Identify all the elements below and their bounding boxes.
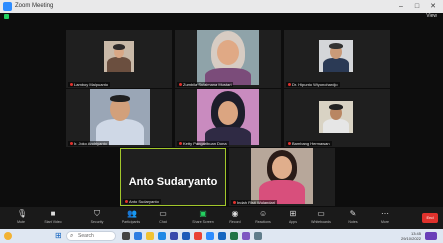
zoom-logo-icon bbox=[3, 2, 12, 11]
photos-icon[interactable] bbox=[242, 232, 250, 240]
excel-icon[interactable] bbox=[230, 232, 238, 240]
participant-tile[interactable]: Zumbila Sulaimana Mustari bbox=[175, 30, 281, 88]
reactions-icon: ☺ bbox=[259, 209, 268, 218]
reactions-button[interactable]: ☺ Reactions bbox=[246, 209, 280, 228]
word-icon[interactable] bbox=[182, 232, 190, 240]
settings-icon[interactable] bbox=[254, 232, 262, 240]
chat-button[interactable]: ▭ Chat bbox=[146, 209, 180, 228]
notification-icon[interactable] bbox=[425, 232, 437, 240]
record-icon: ◉ bbox=[231, 209, 239, 218]
window-title-bar: Zoom Meeting – □ ✕ bbox=[0, 0, 443, 13]
participant-name: Anto Sudaryanto bbox=[123, 199, 161, 204]
zoom-icon[interactable] bbox=[206, 232, 214, 240]
whiteboards-button[interactable]: ▭ Whiteboards bbox=[304, 209, 338, 228]
close-button[interactable]: ✕ bbox=[425, 1, 441, 12]
file-explorer-icon[interactable] bbox=[146, 232, 154, 240]
notes-button[interactable]: ✎ Notes bbox=[336, 209, 370, 228]
participant-photo bbox=[104, 41, 134, 72]
taskbar-search-box[interactable]: ⌕ Search bbox=[66, 231, 116, 241]
minimize-button[interactable]: – bbox=[393, 1, 409, 12]
muted-mic-icon bbox=[233, 201, 236, 205]
participant-photo bbox=[319, 101, 353, 133]
participant-tile[interactable]: Ir. Joko Andriyanto bbox=[66, 89, 172, 147]
participant-photo bbox=[90, 89, 150, 145]
muted-mic-icon bbox=[125, 200, 128, 204]
participant-photo bbox=[251, 148, 313, 204]
chat-icon: ▭ bbox=[159, 209, 167, 218]
participant-tile[interactable]: Ketty Pangaribuan Dona bbox=[175, 89, 281, 147]
muted-mic-icon bbox=[70, 83, 73, 87]
participant-name: Indah Risti Wulandari bbox=[231, 200, 277, 205]
whiteboard-icon: ▭ bbox=[317, 209, 325, 218]
store-icon[interactable] bbox=[170, 232, 178, 240]
meeting-info-bar: View bbox=[0, 13, 443, 20]
security-button[interactable]: ⛉ Security bbox=[80, 209, 114, 228]
notes-icon: ✎ bbox=[349, 209, 357, 218]
active-speaker-tile[interactable]: Anto Sudaryanto Anto Sudaryanto bbox=[120, 148, 226, 206]
participant-photo bbox=[197, 30, 259, 85]
participants-icon: 👥 bbox=[127, 209, 137, 218]
muted-mic-icon bbox=[288, 83, 291, 87]
muted-mic-icon bbox=[179, 142, 182, 146]
window-title: Zoom Meeting bbox=[15, 3, 54, 9]
participant-name: Dr. Hipunto Wiyonohardjo bbox=[286, 82, 340, 87]
weather-icon[interactable] bbox=[4, 232, 12, 240]
meeting-toolbar: 🎙 Mute ■ Start Video ⛉ Security 👥 Participan… bbox=[0, 207, 443, 229]
muted-mic-icon bbox=[288, 142, 291, 146]
participant-name: Ketty Pangaribuan Dona bbox=[177, 141, 229, 146]
start-video-button[interactable]: ■ Start Video bbox=[36, 209, 70, 228]
participant-photo bbox=[197, 89, 259, 145]
more-icon: ⋯ bbox=[381, 209, 389, 218]
participant-tile[interactable]: Dr. Hipunto Wiyonohardjo bbox=[284, 30, 390, 88]
widgets-icon[interactable] bbox=[134, 232, 142, 240]
search-icon: ⌕ bbox=[70, 233, 74, 239]
participant-tile[interactable]: Indah Risti Wulandari bbox=[229, 148, 335, 206]
video-icon: ■ bbox=[50, 209, 56, 218]
share-screen-button[interactable]: ▣ Share Screen bbox=[186, 209, 220, 228]
participant-name: Bambang Hermawan bbox=[286, 141, 332, 146]
mute-button[interactable]: 🎙 Mute bbox=[4, 209, 38, 228]
windows-taskbar: ⊞ ⌕ Search 13:45 29/10/2022 bbox=[0, 229, 443, 243]
microphone-icon: 🎙 bbox=[17, 209, 28, 218]
participant-name: Lamboy Malpuanto bbox=[68, 82, 111, 87]
participants-button[interactable]: 👥 Participants bbox=[114, 209, 148, 228]
start-icon[interactable]: ⊞ bbox=[55, 232, 63, 240]
taskbar-date: 29/10/2022 bbox=[400, 236, 421, 241]
end-meeting-button[interactable]: End bbox=[422, 213, 438, 223]
participant-tile[interactable]: Bambang Hermawan bbox=[284, 89, 390, 147]
task-view-icon[interactable] bbox=[122, 232, 130, 240]
participant-photo bbox=[319, 40, 353, 72]
edge-icon[interactable] bbox=[158, 232, 166, 240]
encryption-shield-icon[interactable] bbox=[4, 14, 9, 19]
more-button[interactable]: ⋯ More bbox=[368, 209, 402, 228]
taskbar-clock[interactable]: 13:45 29/10/2022 bbox=[401, 231, 421, 241]
participant-name: Ir. Joko Andriyanto bbox=[68, 141, 109, 146]
active-speaker-display-name: Anto Sudaryanto bbox=[128, 176, 218, 188]
participant-tile[interactable]: Lamboy Malpuanto bbox=[66, 30, 172, 88]
muted-mic-icon bbox=[70, 142, 73, 146]
participant-name: Zumbila Sulaimana Mustari bbox=[177, 82, 234, 87]
apps-icon: ⊞ bbox=[289, 209, 297, 218]
chrome-icon[interactable] bbox=[194, 232, 202, 240]
share-screen-icon: ▣ bbox=[199, 209, 207, 218]
maximize-button[interactable]: □ bbox=[409, 1, 425, 12]
view-button[interactable]: View bbox=[426, 13, 437, 19]
mail-icon[interactable] bbox=[218, 232, 226, 240]
muted-mic-icon bbox=[179, 83, 182, 87]
shield-icon: ⛉ bbox=[94, 209, 100, 218]
